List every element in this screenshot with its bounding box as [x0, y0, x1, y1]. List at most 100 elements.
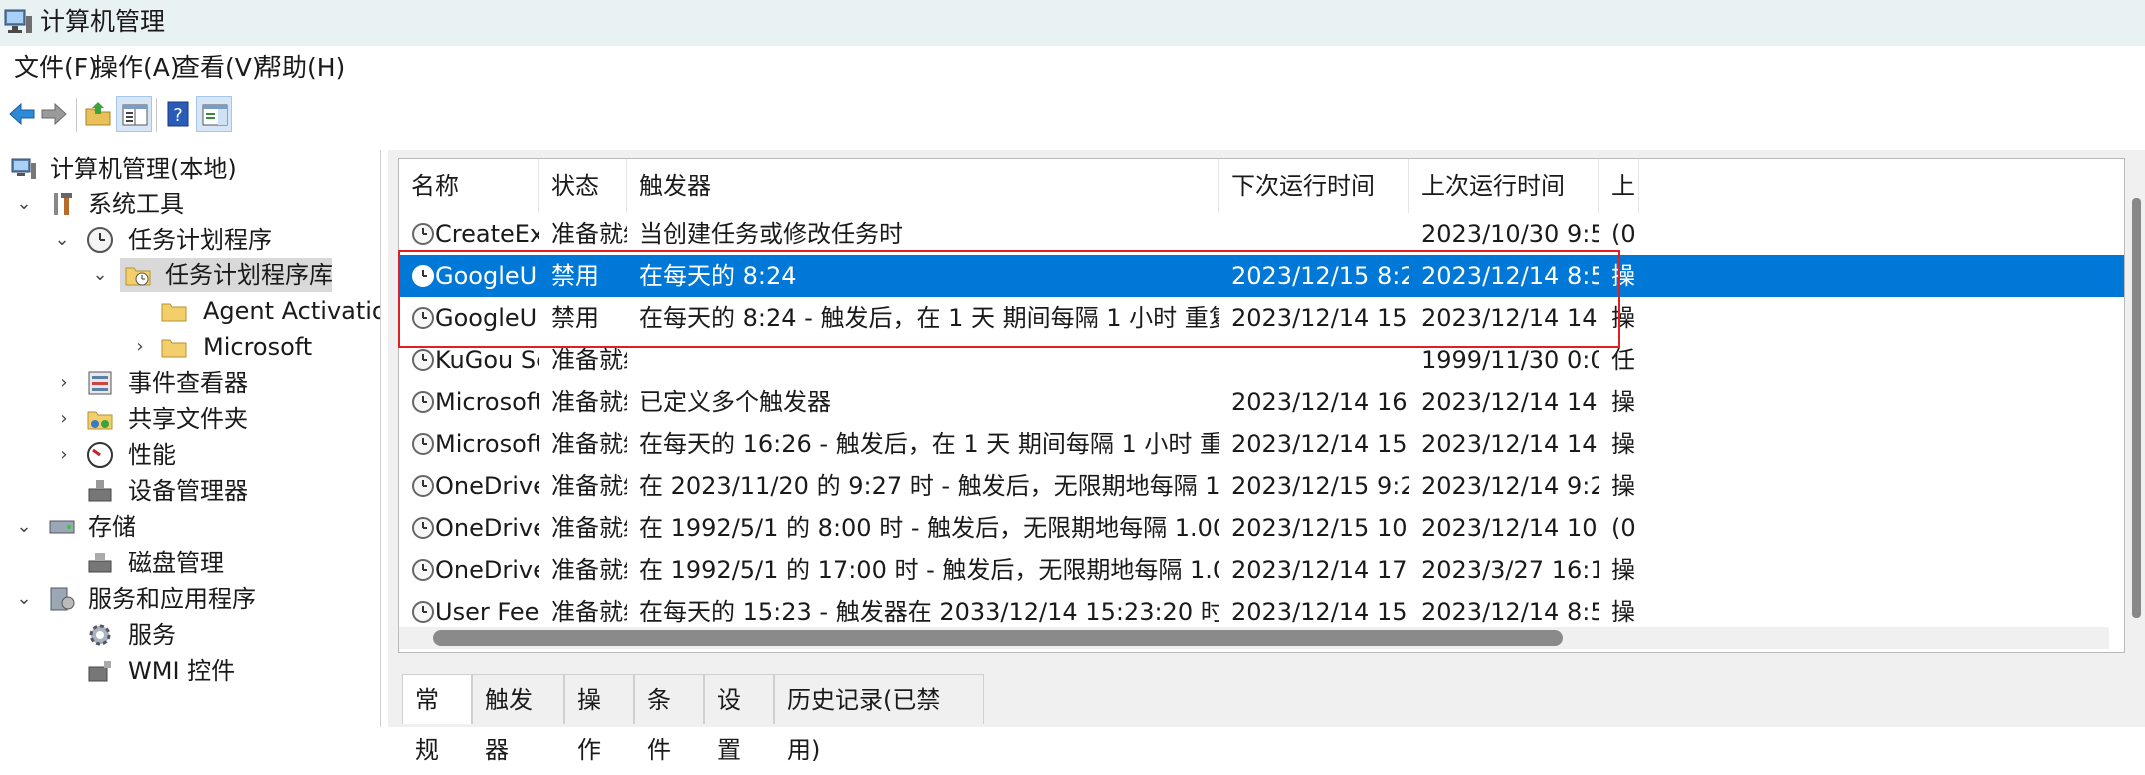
tree-item-event-viewer[interactable]: › 事件查看器 — [0, 366, 380, 400]
column-header-last-run[interactable]: 上次运行时间 — [1409, 159, 1599, 213]
table-row[interactable]: MicrosoftEd... 准备就绪在每天的 16:26 - 触发后，在 1 天… — [399, 423, 2124, 465]
tree-item-disk-management[interactable]: 磁盘管理 — [0, 546, 380, 580]
task-next-run: 2023/12/14 15:24:10 — [1231, 304, 1409, 332]
chevron-down-icon[interactable]: ⌄ — [14, 582, 34, 616]
table-row[interactable]: GoogleUpd... 禁用 在每天的 8:24 - 触发后，在 1 天 期间每隔… — [399, 297, 2124, 339]
tree-item-performance[interactable]: › 性能 — [0, 438, 380, 472]
detail-tabs: 常规 触发器 操作 条件 设置 历史记录(已禁用) — [398, 668, 2125, 764]
chevron-right-icon[interactable]: › — [54, 402, 74, 436]
tree-item-storage[interactable]: ⌄ 存储 — [0, 510, 380, 544]
column-header-next-run[interactable]: 下次运行时间 — [1219, 159, 1409, 213]
tree-item-task-scheduler[interactable]: ⌄ 任务计划程序 — [0, 223, 380, 257]
storage-icon — [49, 520, 75, 534]
table-row[interactable]: OneDrive R... 准备就绪在 2023/11/20 的 9:27 时 -… — [399, 465, 2124, 507]
action-pane-toggle-button[interactable] — [196, 96, 232, 132]
task-last-run: 2023/12/14 14:08:51 — [1421, 388, 1599, 416]
tab-general[interactable]: 常规 — [402, 674, 472, 764]
vertical-scrollbar-thumb[interactable] — [2132, 198, 2141, 618]
menu-action[interactable]: 操作(A) — [93, 52, 180, 84]
task-status: 准备就绪 — [551, 430, 627, 458]
task-last-result: 任 — [1611, 346, 1635, 374]
tab-settings[interactable]: 设置 — [704, 674, 774, 764]
task-last-run: 2023/12/14 14:24:11 — [1421, 304, 1599, 332]
services-applications-icon — [50, 587, 75, 611]
tree-item-computer-management[interactable]: 计算机管理(本地) — [0, 152, 380, 186]
forward-arrow-icon — [41, 102, 67, 126]
task-last-result: 操 — [1611, 262, 1635, 290]
tab-actions[interactable]: 操作 — [564, 674, 634, 764]
task-last-result: 操 — [1611, 430, 1635, 458]
folder-icon — [161, 303, 187, 322]
tree-item-shared-folders[interactable]: › 共享文件夹 — [0, 402, 380, 436]
tree-item-system-tools[interactable]: ⌄ 系统工具 — [0, 187, 380, 221]
chevron-right-icon[interactable]: › — [54, 438, 74, 472]
tree-item-task-library-content[interactable]: ⌄ 任务计划程序库 — [0, 258, 380, 292]
task-name: MicrosoftEd... — [435, 430, 539, 458]
task-last-result: (0 — [1611, 220, 1636, 248]
device-manager-icon — [88, 480, 112, 502]
svg-text:?: ? — [173, 105, 183, 126]
task-clock-icon — [412, 601, 434, 623]
chevron-down-icon[interactable]: ⌄ — [14, 510, 34, 544]
task-name: OneDrive R... — [435, 472, 539, 500]
tree-item-agent-activation[interactable]: Agent Activation — [0, 294, 380, 328]
task-clock-icon — [412, 391, 434, 413]
table-row[interactable]: OneDrive St... 准备就绪在 1992/5/1 的 8:00 时 - … — [399, 507, 2124, 549]
task-last-run: 2023/10/30 9:50:10 — [1421, 220, 1599, 248]
tree-label: 存储 — [88, 513, 136, 541]
task-name: GoogleUpd... — [435, 262, 539, 290]
table-row[interactable]: KuGou Servi... 准备就绪 1999/11/30 0:00:00 任 — [399, 339, 2124, 381]
tree-item-device-manager[interactable]: 设备管理器 — [0, 474, 380, 508]
task-last-run: 2023/12/14 8:56:41 — [1421, 262, 1599, 290]
task-next-run: 2023/12/15 9:27:28 — [1231, 472, 1409, 500]
tree-label: 性能 — [128, 441, 176, 469]
table-row[interactable]: CreateExplo... 准备就绪当创建任务或修改任务时 2023/10/30 … — [399, 213, 2124, 255]
task-list-header: 名称 状态 触发器 下次运行时间 上次运行时间 上 — [399, 159, 2124, 213]
task-name: OneDrive St... — [435, 556, 539, 584]
table-row[interactable]: GoogleUpd... 禁用 在每天的 8:24 2023/12/15 8:24:1… — [399, 255, 2124, 297]
menu-help[interactable]: 帮助(H) — [257, 52, 345, 84]
table-row[interactable]: OneDrive St... 准备就绪在 1992/5/1 的 17:00 时 -… — [399, 549, 2124, 591]
computer-management-icon — [4, 9, 32, 33]
help-button[interactable]: ? — [160, 96, 196, 132]
window-title: 计算机管理 — [40, 7, 166, 36]
toolbar-separator — [76, 98, 77, 132]
task-trigger: 当创建任务或修改任务时 — [639, 220, 903, 248]
back-button[interactable] — [4, 96, 40, 132]
table-row[interactable]: MicrosoftEd... 准备就绪已定义多个触发器 2023/12/14 16:… — [399, 381, 2124, 423]
horizontal-scrollbar-thumb[interactable] — [433, 630, 1563, 646]
column-header-last-result[interactable]: 上 — [1599, 159, 1639, 213]
menu-view[interactable]: 查看(V) — [175, 52, 262, 84]
task-name: OneDrive St... — [435, 514, 539, 542]
tab-history[interactable]: 历史记录(已禁用) — [774, 674, 984, 764]
chevron-down-icon[interactable]: ⌄ — [52, 223, 72, 257]
up-level-button[interactable] — [80, 96, 116, 132]
tree-label: 服务 — [128, 621, 176, 649]
chevron-down-icon[interactable]: ⌄ — [14, 187, 34, 221]
task-last-run: 2023/12/14 10:21:43 — [1421, 514, 1599, 542]
column-header-trigger[interactable]: 触发器 — [627, 159, 1219, 213]
menu-file[interactable]: 文件(F) — [14, 52, 98, 84]
column-header-name[interactable]: 名称 — [399, 159, 539, 213]
task-status: 禁用 — [551, 304, 599, 332]
chevron-down-icon[interactable]: ⌄ — [90, 258, 110, 292]
tab-triggers[interactable]: 触发器 — [472, 674, 564, 764]
tree-item-services[interactable]: 服务 — [0, 618, 380, 652]
tree-item-services-applications[interactable]: ⌄ 服务和应用程序 — [0, 582, 380, 616]
chevron-right-icon[interactable]: › — [54, 366, 74, 400]
back-arrow-icon — [9, 102, 35, 126]
chevron-right-icon[interactable]: › — [130, 330, 150, 364]
column-header-status[interactable]: 状态 — [539, 159, 627, 213]
tree-item-wmi-control[interactable]: WMI 控件 — [0, 654, 380, 688]
task-name: CreateExplo... — [435, 220, 539, 248]
tree-label: Microsoft — [203, 333, 313, 361]
tab-conditions[interactable]: 条件 — [634, 674, 704, 764]
event-viewer-icon — [88, 371, 112, 395]
task-clock-icon — [412, 475, 434, 497]
vertical-scrollbar[interactable] — [2128, 158, 2145, 653]
performance-icon — [87, 442, 113, 468]
horizontal-scrollbar[interactable] — [399, 627, 2109, 649]
console-tree-toggle-button[interactable] — [116, 96, 152, 132]
tree-item-microsoft[interactable]: › Microsoft — [0, 330, 380, 364]
forward-button[interactable] — [36, 96, 72, 132]
